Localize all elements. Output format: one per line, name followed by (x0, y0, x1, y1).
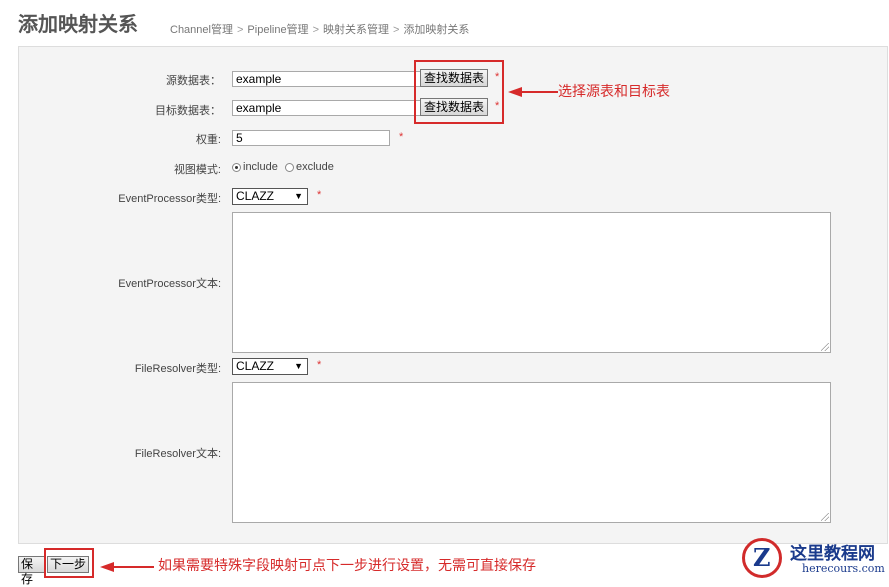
resize-grip-icon[interactable] (821, 343, 829, 351)
file-resolver-type-label: FileResolver类型: (134, 363, 221, 375)
view-mode-label: 视图模式: (173, 164, 221, 176)
logo-letter: Z (753, 543, 771, 572)
source-table-input[interactable]: example (232, 71, 422, 87)
breadcrumb-current: 添加映射关系 (403, 24, 470, 36)
chevron-down-icon: ▼ (294, 191, 303, 201)
watermark-url: herecours.com (802, 562, 885, 575)
event-processor-textarea[interactable] (232, 212, 831, 353)
weight-label: 权重: (195, 134, 221, 146)
highlight-box (44, 548, 94, 578)
arrow-left-icon (100, 562, 154, 572)
page-title: 添加映射关系 (18, 12, 138, 36)
target-table-input[interactable]: example (232, 100, 422, 116)
target-table-label: 目标数据表： (155, 105, 221, 117)
file-resolver-text-label: FileResolver文本: (134, 448, 221, 460)
required-mark: * (399, 131, 404, 143)
include-option-label: include (243, 161, 278, 173)
watermark-title: 这里教程网 (790, 544, 875, 564)
breadcrumb: Channel管理 > Pipeline管理 > 映射关系管理 > 添加映射关系 (170, 21, 469, 37)
highlight-box (414, 60, 504, 124)
page-header: 添加映射关系 Channel管理 > Pipeline管理 > 映射关系管理 > 添加映射关… (0, 0, 889, 40)
watermark: Z 这里教程网 herecours.com (740, 538, 889, 580)
event-processor-type-select[interactable]: CLAZZ ▼ (232, 188, 308, 205)
exclude-option-label: exclude (296, 161, 334, 173)
event-processor-type-value: CLAZZ (236, 189, 275, 203)
include-radio[interactable] (232, 163, 241, 172)
required-mark: * (317, 189, 322, 201)
site-logo: Z (742, 538, 782, 578)
event-processor-type-label: EventProcessor类型: (118, 193, 221, 205)
exclude-radio[interactable] (285, 163, 294, 172)
required-mark: * (317, 359, 322, 371)
save-button[interactable]: 保存 (18, 556, 46, 586)
chevron-down-icon: ▼ (294, 361, 303, 371)
breadcrumb-separator: > (393, 24, 400, 36)
breadcrumb-separator: > (236, 24, 244, 36)
breadcrumb-separator: > (312, 24, 319, 36)
arrow-left-icon (508, 87, 558, 97)
select-tables-annotation: 选择源表和目标表 (558, 84, 670, 100)
file-resolver-type-select[interactable]: CLAZZ ▼ (232, 358, 308, 375)
next-step-annotation: 如果需要特殊字段映射可点下一步进行设置，无需可直接保存 (158, 558, 536, 574)
source-table-label: 源数据表： (166, 75, 221, 87)
file-resolver-textarea[interactable] (232, 382, 831, 523)
resize-grip-icon[interactable] (821, 513, 829, 521)
breadcrumb-mapping[interactable]: 映射关系管理 (323, 24, 389, 36)
breadcrumb-pipeline[interactable]: Pipeline管理 (247, 24, 308, 36)
breadcrumb-channel[interactable]: Channel管理 (170, 24, 233, 36)
event-processor-text-label: EventProcessor文本: (118, 278, 221, 290)
weight-input[interactable]: 5 (232, 130, 390, 146)
file-resolver-type-value: CLAZZ (236, 359, 275, 373)
